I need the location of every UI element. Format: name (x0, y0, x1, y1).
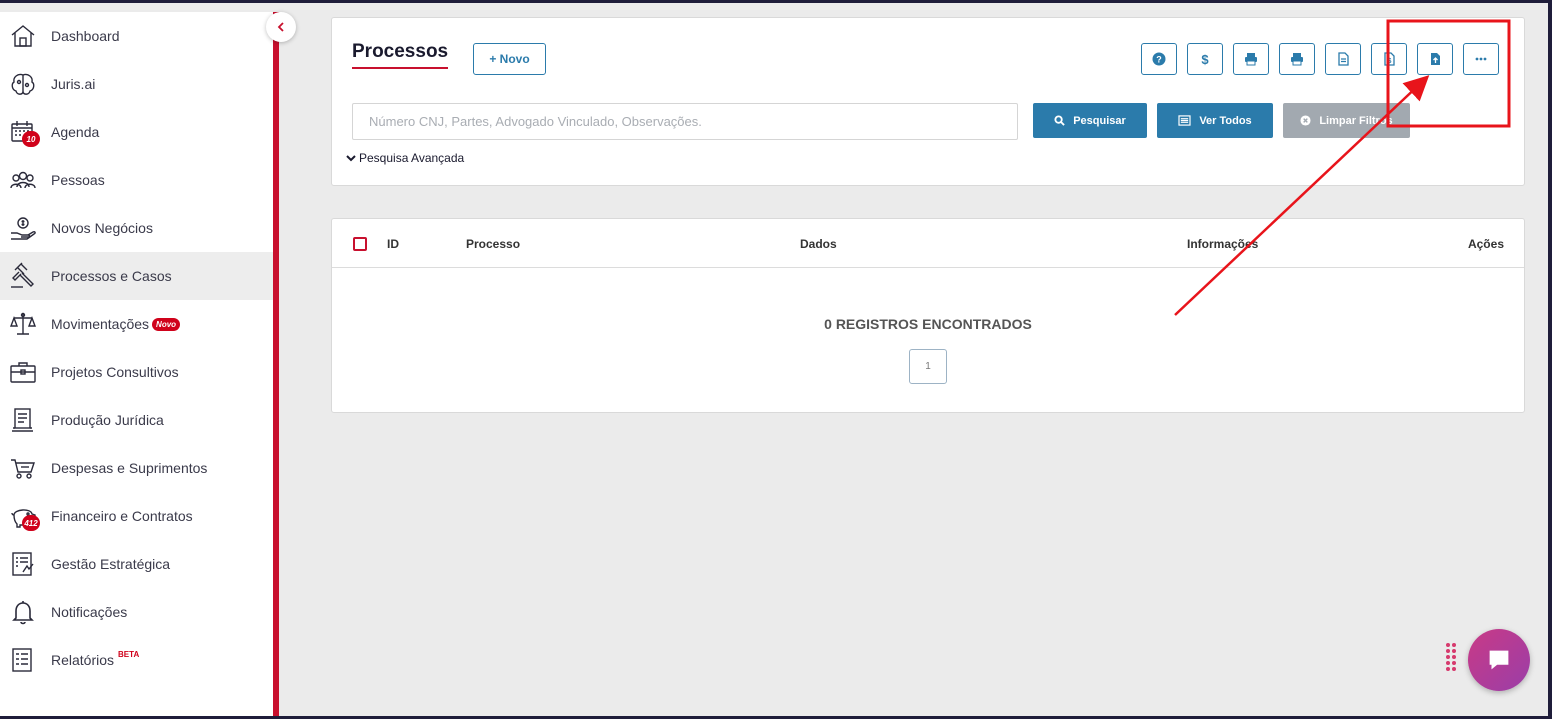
chevron-down-icon (346, 155, 356, 162)
advanced-search-toggle[interactable]: Pesquisa Avançada (346, 151, 464, 165)
app-window: Dashboard Juris.ai 10 Agenda Pessoas Nov… (0, 3, 1548, 716)
people-icon (8, 165, 38, 195)
filter-card: Processos + Novo ? $ $ Pesquisar (331, 17, 1525, 186)
search-input[interactable] (352, 103, 1018, 140)
sidebar-item-label: Juris.ai (51, 76, 96, 92)
import-file-button[interactable] (1417, 43, 1453, 75)
sidebar-item-label: Agenda (51, 124, 100, 140)
view-all-button[interactable]: Ver Todos (1157, 103, 1273, 138)
beta-badge: BETA (118, 649, 140, 659)
financeiro-count-badge: 412 (22, 515, 40, 531)
print-list-icon (1291, 53, 1303, 66)
sidebar-item-despesas[interactable]: Despesas e Suprimentos (0, 444, 273, 492)
sidebar-item-processos-e-casos[interactable]: Processos e Casos (0, 252, 273, 300)
sidebar-item-label: Notificações (51, 604, 128, 620)
gavel-icon (8, 261, 38, 291)
chevron-left-icon (277, 22, 284, 32)
collapse-sidebar-button[interactable] (266, 12, 296, 42)
view-all-button-label: Ver Todos (1199, 114, 1252, 127)
brain-icon (8, 69, 38, 99)
results-table: ID Processo Dados Informações Ações 0 RE… (331, 218, 1525, 413)
empty-state-message: 0 REGISTROS ENCONTRADOS (824, 316, 1032, 332)
search-button-label: Pesquisar (1073, 114, 1126, 127)
new-process-button[interactable]: + Novo (473, 43, 546, 75)
briefcase-icon (8, 357, 38, 387)
sidebar-item-producao-juridica[interactable]: Produção Jurídica (0, 396, 273, 444)
document-stack-icon (8, 405, 38, 435)
financial-button[interactable]: $ (1187, 43, 1223, 75)
sidebar-item-label: Projetos Consultivos (51, 364, 179, 380)
sidebar-item-pessoas[interactable]: Pessoas (0, 156, 273, 204)
sidebar: Dashboard Juris.ai 10 Agenda Pessoas Nov… (0, 12, 279, 716)
sidebar-item-label: Novos Negócios (51, 220, 153, 236)
more-options-button[interactable] (1463, 43, 1499, 75)
document-money-button[interactable]: $ (1371, 43, 1407, 75)
column-informacoes: Informações (1187, 237, 1259, 251)
sidebar-item-label: Movimentações (51, 316, 150, 332)
pagination-page-button[interactable]: 1 (909, 349, 947, 384)
page-title: Processos (352, 41, 449, 69)
sidebar-item-dashboard[interactable]: Dashboard (0, 12, 273, 60)
print-button[interactable] (1233, 43, 1269, 75)
sidebar-item-label: Gestão Estratégica (51, 556, 171, 572)
sidebar-item-label: Despesas e Suprimentos (51, 460, 208, 476)
document-button[interactable] (1325, 43, 1361, 75)
sidebar-item-label: Relatórios (51, 652, 115, 668)
select-all-checkbox[interactable] (353, 237, 367, 251)
clear-filters-button[interactable]: Limpar Filtros (1283, 103, 1410, 138)
sidebar-item-label: Processos e Casos (51, 268, 172, 284)
cart-icon (8, 453, 38, 483)
strategy-icon (8, 549, 38, 579)
novo-badge: Novo (152, 317, 181, 331)
clear-icon (1300, 115, 1311, 126)
sidebar-item-movimentacoes[interactable]: Movimentações Novo (0, 300, 273, 348)
sidebar-item-label: Pessoas (51, 172, 105, 188)
chat-button[interactable] (1468, 629, 1530, 691)
print-list-button[interactable] (1279, 43, 1315, 75)
sidebar-item-label: Financeiro e Contratos (51, 508, 193, 524)
money-hand-icon (8, 213, 38, 243)
upload-file-icon (1431, 53, 1440, 65)
svg-text:$: $ (1388, 58, 1392, 65)
chat-drag-handle[interactable] (1446, 643, 1456, 675)
sidebar-item-novos-negocios[interactable]: Novos Negócios (0, 204, 273, 252)
calendar-icon: 10 (8, 117, 40, 147)
search-button[interactable]: Pesquisar (1033, 103, 1147, 138)
scales-icon (8, 309, 38, 339)
home-icon (8, 21, 38, 51)
report-icon (8, 645, 38, 675)
sidebar-item-projetos-consultivos[interactable]: Projetos Consultivos (0, 348, 273, 396)
table-header: ID Processo Dados Informações Ações (332, 219, 1524, 268)
svg-text:?: ? (1156, 55, 1162, 65)
help-button[interactable]: ? (1141, 43, 1177, 75)
chat-bubble-icon (1489, 650, 1509, 670)
column-dados: Dados (800, 237, 837, 251)
print-icon (1245, 53, 1257, 66)
sidebar-item-notificacoes[interactable]: Notificações (0, 588, 273, 636)
sidebar-item-financeiro[interactable]: 412 Financeiro e Contratos (0, 492, 273, 540)
piggy-bank-icon: 412 (8, 501, 40, 531)
search-icon (1054, 115, 1065, 126)
column-acoes: Ações (1467, 237, 1504, 251)
window-edge (1548, 0, 1552, 719)
sidebar-item-label: Produção Jurídica (51, 412, 164, 428)
sidebar-item-label: Dashboard (51, 28, 120, 44)
clear-filters-button-label: Limpar Filtros (1319, 114, 1393, 127)
document-icon (1338, 52, 1349, 66)
column-id: ID (387, 237, 399, 251)
more-icon (1475, 57, 1487, 61)
sidebar-item-relatorios[interactable]: Relatórios BETA (0, 636, 273, 684)
document-money-icon: $ (1384, 52, 1395, 66)
bell-icon (8, 597, 38, 627)
advanced-search-label: Pesquisa Avançada (359, 151, 465, 165)
column-processo: Processo (466, 237, 521, 251)
svg-text:$: $ (1201, 52, 1209, 66)
agenda-count-badge: 10 (22, 131, 40, 147)
sidebar-item-agenda[interactable]: 10 Agenda (0, 108, 273, 156)
help-icon: ? (1152, 52, 1166, 66)
list-icon (1178, 115, 1191, 126)
sidebar-item-gestao-estrategica[interactable]: Gestão Estratégica (0, 540, 273, 588)
sidebar-item-juris-ai[interactable]: Juris.ai (0, 60, 273, 108)
dollar-icon: $ (1201, 52, 1209, 66)
